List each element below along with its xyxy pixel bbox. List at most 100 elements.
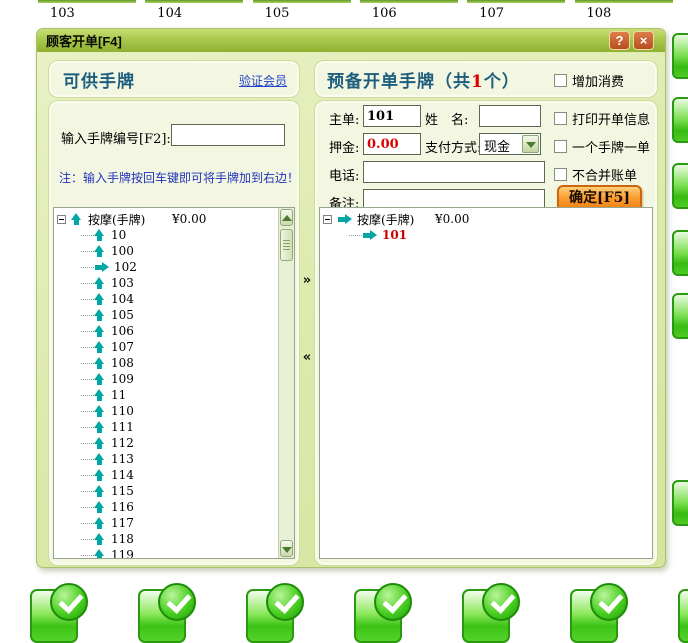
tree-item-label: 102 bbox=[114, 260, 137, 274]
enter-key-note: 注：输入手牌按回车键即可将手牌加到右边！ bbox=[59, 169, 299, 186]
tree-connector bbox=[81, 475, 94, 476]
tree-connector bbox=[81, 347, 94, 348]
tree-item-row[interactable]: 115 bbox=[54, 483, 294, 499]
one-tag-one-bill-checkbox[interactable]: 一个手牌一单 bbox=[554, 137, 650, 156]
add-consumption-label: 增加消费 bbox=[572, 71, 624, 90]
tree-item-row[interactable]: 10 bbox=[54, 227, 294, 243]
expand-toggle-icon[interactable] bbox=[57, 215, 66, 224]
tree-item-row[interactable]: 110 bbox=[54, 403, 294, 419]
tree-item-row[interactable]: 109 bbox=[54, 371, 294, 387]
prepared-title-prefix: 预备开单手牌（共 bbox=[327, 72, 471, 92]
tag-button-sliver bbox=[467, 0, 565, 3]
prepared-tags-title: 预备开单手牌（共1个） bbox=[327, 67, 520, 92]
scroll-up-button[interactable] bbox=[280, 209, 293, 226]
tag-check-button[interactable] bbox=[246, 583, 316, 643]
tree-connector bbox=[81, 331, 94, 332]
tag-button-sliver bbox=[38, 0, 136, 3]
move-right-button[interactable]: » bbox=[299, 273, 315, 288]
up-arrow-icon bbox=[94, 549, 105, 559]
tree-item-label: 118 bbox=[111, 532, 134, 546]
tree-connector bbox=[81, 251, 94, 252]
tree-item-row[interactable]: 113 bbox=[54, 451, 294, 467]
tag-button-sliver bbox=[672, 230, 688, 276]
scrollbar-thumb[interactable] bbox=[280, 229, 293, 261]
phone-input[interactable] bbox=[363, 161, 545, 183]
check-circle-icon bbox=[374, 583, 412, 621]
tree-item-row[interactable]: 111 bbox=[54, 419, 294, 435]
tree-item-row[interactable]: 102 bbox=[54, 259, 294, 275]
move-left-button[interactable]: « bbox=[299, 350, 315, 365]
tag-label: 105 bbox=[265, 6, 290, 21]
no-merge-bill-checkbox[interactable]: 不合并账单 bbox=[554, 165, 637, 184]
deposit-input[interactable] bbox=[363, 133, 421, 155]
tree-connector bbox=[81, 235, 94, 236]
tree-item-row[interactable]: 11 bbox=[54, 387, 294, 403]
tree-connector bbox=[81, 555, 94, 556]
tree-item-row[interactable]: 100 bbox=[54, 243, 294, 259]
tree-item-row[interactable]: 114 bbox=[54, 467, 294, 483]
name-input[interactable] bbox=[479, 105, 541, 127]
main-order-label: 主单: bbox=[329, 109, 359, 128]
tree-item-label: 113 bbox=[111, 452, 134, 466]
tree-connector bbox=[81, 491, 94, 492]
customer-order-dialog: 顾客开单[F4] ? × 可供手牌 验证会员 输入手牌编号[F2]: 注：输入手… bbox=[36, 28, 666, 568]
tag-check-button[interactable] bbox=[570, 583, 640, 643]
main-order-input[interactable] bbox=[363, 105, 421, 127]
tag-number-input[interactable] bbox=[171, 124, 285, 146]
tag-check-button[interactable] bbox=[462, 583, 532, 643]
tree-item-row[interactable]: 106 bbox=[54, 323, 294, 339]
name-label: 姓 名: bbox=[425, 109, 468, 128]
tree-connector bbox=[81, 283, 94, 284]
tag-check-button[interactable] bbox=[138, 583, 208, 643]
combo-dropdown-button[interactable] bbox=[522, 135, 539, 153]
prepared-title-suffix: 个） bbox=[484, 72, 520, 92]
print-info-checkbox[interactable]: 打印开单信息 bbox=[554, 109, 650, 128]
tree-item-row[interactable]: 105 bbox=[54, 307, 294, 323]
tree-item-row[interactable]: 101 bbox=[320, 227, 652, 243]
up-arrow-icon bbox=[94, 517, 105, 529]
help-button[interactable]: ? bbox=[609, 31, 630, 50]
tag-check-button[interactable] bbox=[30, 583, 100, 643]
tree-connector bbox=[81, 267, 94, 268]
expand-toggle-icon[interactable] bbox=[323, 215, 332, 224]
verify-member-link[interactable]: 验证会员 bbox=[239, 72, 287, 89]
up-arrow-icon bbox=[94, 501, 105, 513]
tag-button-sliver bbox=[253, 0, 351, 3]
tree-connector bbox=[81, 539, 94, 540]
tree-item-row[interactable]: 107 bbox=[54, 339, 294, 355]
question-icon: ? bbox=[616, 33, 624, 48]
up-arrow-icon bbox=[94, 453, 105, 465]
tree-item-label: 119 bbox=[111, 548, 134, 559]
payment-method-select[interactable]: 现金 bbox=[479, 133, 541, 155]
tree-root-row[interactable]: 按摩(手牌)¥0.00 bbox=[54, 211, 294, 227]
tree-item-label: 11 bbox=[111, 388, 126, 402]
tree-item-label: 112 bbox=[111, 436, 134, 450]
close-button[interactable]: × bbox=[633, 31, 654, 50]
tree-item-row[interactable]: 103 bbox=[54, 275, 294, 291]
tree-item-row[interactable]: 108 bbox=[54, 355, 294, 371]
check-circle-icon bbox=[266, 583, 304, 621]
tree-connector bbox=[81, 459, 94, 460]
tag-check-button[interactable] bbox=[678, 583, 688, 643]
tag-check-button[interactable] bbox=[354, 583, 424, 643]
tree-item-label: 100 bbox=[111, 244, 134, 258]
up-arrow-icon bbox=[94, 533, 105, 545]
up-arrow-icon bbox=[94, 245, 105, 257]
up-arrow-icon bbox=[94, 229, 105, 241]
tag-label: 103 bbox=[50, 6, 75, 21]
tree-item-row[interactable]: 118 bbox=[54, 531, 294, 547]
dialog-titlebar[interactable]: 顾客开单[F4] ? × bbox=[37, 29, 665, 52]
add-consumption-checkbox[interactable]: 增加消费 bbox=[554, 71, 624, 90]
tree-item-row[interactable]: 117 bbox=[54, 515, 294, 531]
tree-scrollbar[interactable] bbox=[278, 208, 294, 558]
tree-item-row[interactable]: 119 bbox=[54, 547, 294, 559]
up-arrow-icon bbox=[94, 293, 105, 305]
tree-item-row[interactable]: 116 bbox=[54, 499, 294, 515]
tree-connector bbox=[81, 443, 94, 444]
tree-item-row[interactable]: 104 bbox=[54, 291, 294, 307]
scroll-down-button[interactable] bbox=[280, 540, 293, 557]
tree-item-label: 108 bbox=[111, 356, 134, 370]
move-right-arrow-icon bbox=[362, 230, 376, 241]
tree-item-row[interactable]: 112 bbox=[54, 435, 294, 451]
tree-root-row[interactable]: 按摩(手牌)¥0.00 bbox=[320, 211, 652, 227]
